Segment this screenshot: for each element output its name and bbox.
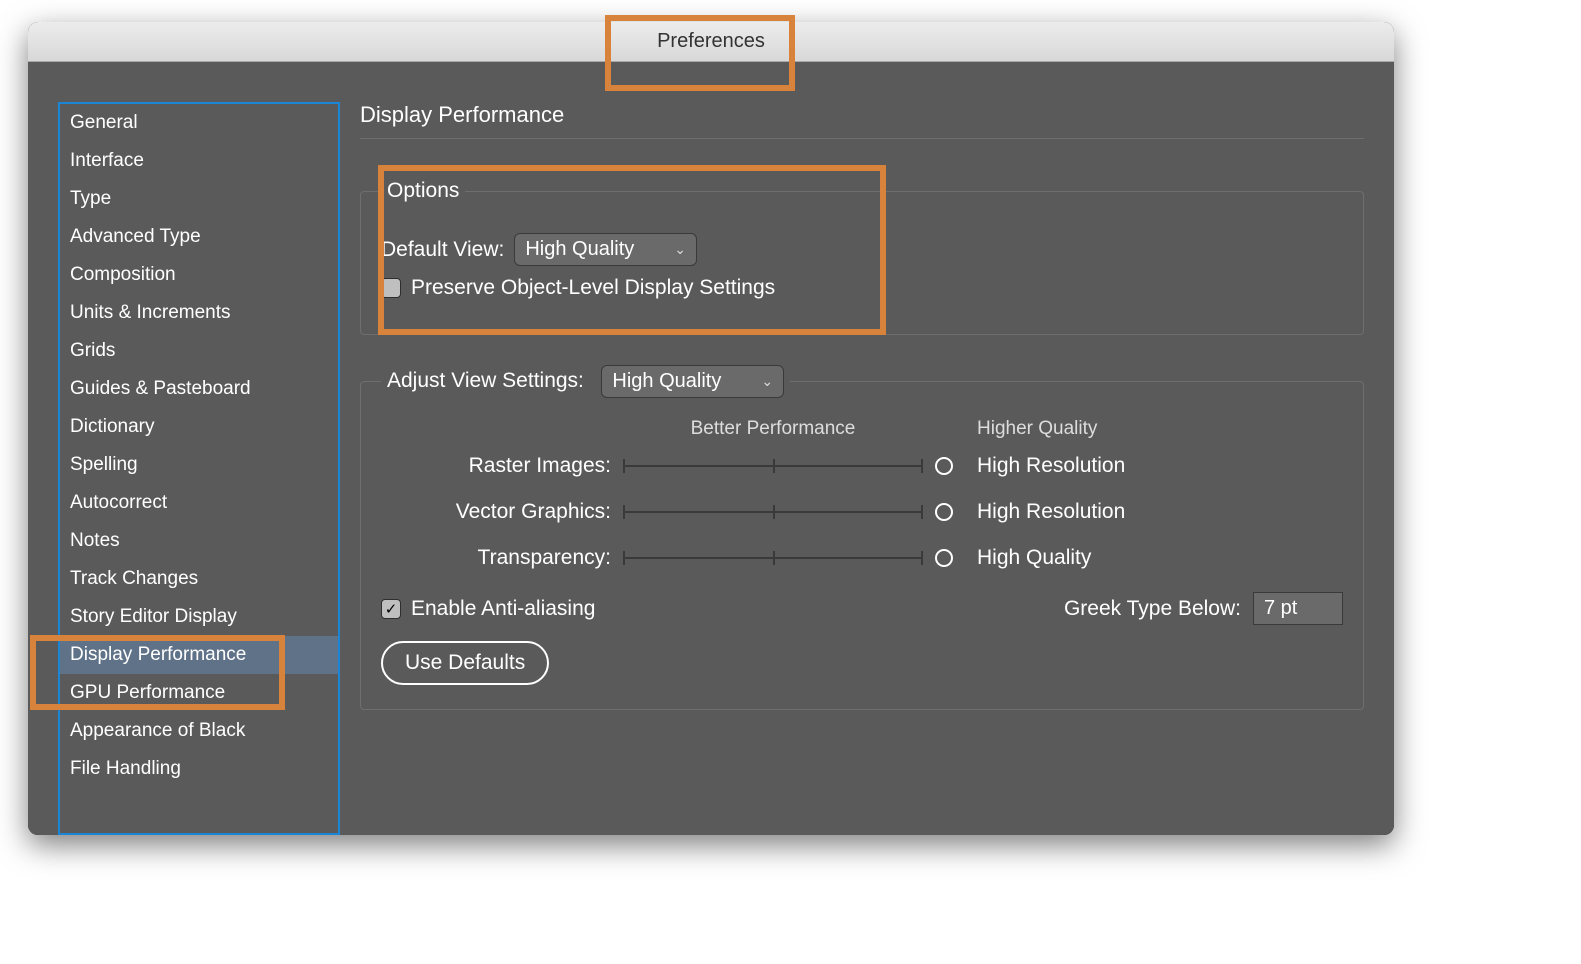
checkbox-box-icon [381,278,401,298]
sidebar-item-autocorrect[interactable]: Autocorrect [60,484,338,522]
slider-handle-icon[interactable] [935,457,953,475]
adjust-view-group: Adjust View Settings: High Quality ⌄ Bet… [360,365,1364,710]
sidebar-item-story-editor-display[interactable]: Story Editor Display [60,598,338,636]
sidebar-item-interface[interactable]: Interface [60,142,338,180]
slider-value: High Quality [977,546,1177,570]
sidebar-item-general[interactable]: General [60,104,338,142]
default-view-dropdown[interactable]: High Quality ⌄ [514,233,697,266]
greek-type-label: Greek Type Below: [1064,597,1241,621]
sidebar-item-display-performance[interactable]: Display Performance [60,636,338,674]
sidebar-item-composition[interactable]: Composition [60,256,338,294]
sidebar-item-file-handling[interactable]: File Handling [60,750,338,788]
slider-row: Transparency: High Quality [381,546,1343,570]
window-titlebar: Preferences [28,22,1394,62]
enable-antialiasing-label: Enable Anti-aliasing [411,597,595,621]
sidebar-item-dictionary[interactable]: Dictionary [60,408,338,446]
adjust-view-value: High Quality [612,370,721,393]
chevron-down-icon: ⌄ [761,373,773,390]
window-title: Preferences [657,30,765,53]
main-panel: Display Performance Options Default View… [360,102,1364,835]
sidebar-item-notes[interactable]: Notes [60,522,338,560]
preferences-window: Preferences GeneralInterfaceTypeAdvanced… [28,22,1394,835]
adjust-view-dropdown[interactable]: High Quality ⌄ [601,365,784,398]
slider-label: Transparency: [381,546,611,570]
default-view-value: High Quality [525,238,634,261]
slider-label: Vector Graphics: [381,500,611,524]
sidebar-item-appearance-of-black[interactable]: Appearance of Black [60,712,338,750]
sidebar-item-track-changes[interactable]: Track Changes [60,560,338,598]
sidebar-item-grids[interactable]: Grids [60,332,338,370]
adjust-view-legend-text: Adjust View Settings: [387,369,584,392]
slider-row: Vector Graphics: High Resolution [381,500,1343,524]
preserve-object-level-checkbox[interactable]: Preserve Object-Level Display Settings [381,276,775,300]
slider-track[interactable] [623,548,923,568]
slider-handle-icon[interactable] [935,503,953,521]
greek-type-input[interactable]: 7 pt [1253,592,1343,625]
slider-handle-icon[interactable] [935,549,953,567]
sidebar-item-units-increments[interactable]: Units & Increments [60,294,338,332]
chevron-down-icon: ⌄ [674,241,686,258]
slider-track[interactable] [623,502,923,522]
use-defaults-button[interactable]: Use Defaults [381,641,549,685]
preserve-object-level-label: Preserve Object-Level Display Settings [411,276,775,300]
slider-value: High Resolution [977,454,1177,478]
checkbox-box-icon: ✓ [381,599,401,619]
sidebar-item-gpu-performance[interactable]: GPU Performance [60,674,338,712]
sidebar-item-guides-pasteboard[interactable]: Guides & Pasteboard [60,370,338,408]
sidebar-item-spelling[interactable]: Spelling [60,446,338,484]
page-title: Display Performance [360,102,1364,139]
options-group: Options Default View: High Quality ⌄ Pre… [360,179,1364,335]
slider-track[interactable] [623,456,923,476]
slider-headers: Better Performance Higher Quality [381,418,1343,440]
sidebar-item-type[interactable]: Type [60,180,338,218]
better-performance-header: Better Performance [623,418,923,440]
default-view-label: Default View: [381,238,504,262]
higher-quality-header: Higher Quality [977,418,1177,440]
options-legend: Options [381,179,465,203]
slider-row: Raster Images: High Resolution [381,454,1343,478]
sidebar-item-advanced-type[interactable]: Advanced Type [60,218,338,256]
window-body: GeneralInterfaceTypeAdvanced TypeComposi… [28,62,1394,835]
slider-label: Raster Images: [381,454,611,478]
adjust-view-legend: Adjust View Settings: High Quality ⌄ [381,365,790,398]
enable-antialiasing-checkbox[interactable]: ✓ Enable Anti-aliasing [381,597,595,621]
greek-type-value: 7 pt [1264,597,1297,620]
slider-value: High Resolution [977,500,1177,524]
category-sidebar: GeneralInterfaceTypeAdvanced TypeComposi… [58,102,340,835]
